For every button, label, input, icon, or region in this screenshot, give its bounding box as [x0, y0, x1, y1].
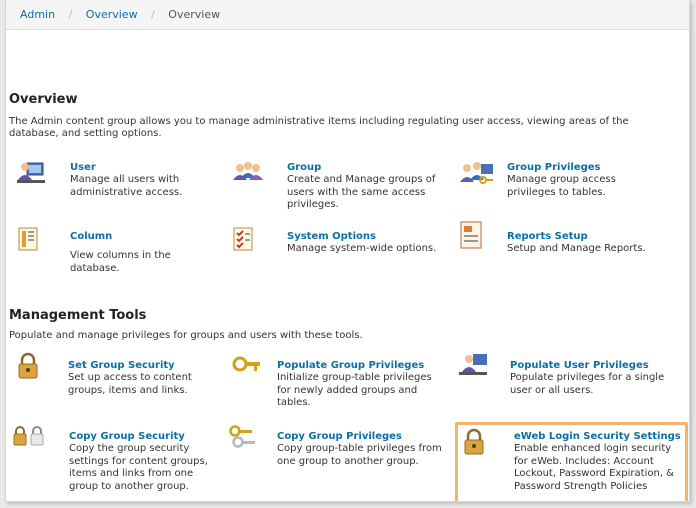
key-icon — [232, 356, 260, 372]
system-options-description: Manage system-wide options. — [287, 243, 437, 254]
user-icon — [17, 162, 45, 183]
copy-group-security-link[interactable]: Copy Group Security — [69, 431, 185, 442]
overview-description: The Admin content group allows you to ma… — [9, 116, 629, 139]
group-privileges-link[interactable]: Group Privileges — [507, 162, 601, 173]
populate-user-privileges-link[interactable]: Populate User Privileges — [510, 360, 649, 371]
breadcrumb-separator: / — [151, 8, 155, 21]
management-heading: Management Tools — [9, 308, 147, 323]
reports-setup-description: Setup and Manage Reports. — [507, 243, 646, 254]
set-group-security-item[interactable]: Set Group Security Set up access to cont… — [17, 352, 217, 400]
copy-keys-icon — [229, 425, 255, 448]
breadcrumb-separator: / — [68, 8, 73, 21]
reports-setup-item[interactable]: Reports Setup Setup and Manage Reports. — [459, 220, 659, 266]
system-options-icon — [233, 227, 253, 251]
set-group-security-link[interactable]: Set Group Security — [68, 360, 175, 371]
user-link[interactable]: User — [70, 162, 96, 173]
breadcrumb-overview[interactable]: Overview — [86, 8, 138, 21]
group-description: Create and Manage groups of users with t… — [287, 174, 436, 210]
reports-setup-link[interactable]: Reports Setup — [507, 231, 588, 242]
column-item[interactable]: Column View columns in the database. — [17, 226, 217, 276]
group-link[interactable]: Group — [287, 162, 321, 173]
group-privileges-item[interactable]: Group Privileges Manage group access pri… — [459, 160, 659, 210]
set-group-security-description: Set up access to content groups, items a… — [68, 372, 192, 396]
group-icon — [233, 162, 263, 180]
populate-user-privileges-description: Populate privileges for a single user or… — [510, 372, 665, 396]
column-link[interactable]: Column — [70, 231, 112, 242]
reports-setup-icon — [460, 221, 482, 249]
copy-padlock-icon — [13, 426, 44, 446]
copy-group-privileges-description: Copy group-table privileges from one gro… — [277, 443, 442, 467]
user-privileges-icon — [459, 354, 487, 375]
user-description: Manage all users with administrative acc… — [70, 174, 183, 198]
breadcrumb-admin[interactable]: Admin — [20, 8, 55, 21]
system-options-link[interactable]: System Options — [287, 231, 376, 242]
overview-heading: Overview — [9, 92, 78, 107]
group-privileges-description: Manage group access privileges to tables… — [507, 174, 616, 198]
group-privileges-icon — [460, 162, 493, 184]
breadcrumb: Admin / Overview / Overview — [6, 0, 689, 30]
user-item[interactable]: User Manage all users with administrativ… — [17, 160, 217, 210]
populate-group-privileges-item[interactable]: Populate Group Privileges Initialize gro… — [232, 352, 447, 408]
group-item[interactable]: Group Create and Manage groups of users … — [232, 160, 442, 218]
copy-group-security-item[interactable]: Copy Group Security Copy the group secur… — [12, 424, 222, 500]
copy-group-security-description: Copy the group security settings for con… — [69, 443, 208, 492]
column-description: View columns in the database. — [70, 250, 171, 274]
system-options-item[interactable]: System Options Manage system-wide option… — [232, 226, 442, 266]
admin-frame: Admin / Overview / Overview Overview The… — [5, 0, 690, 502]
breadcrumb-current: Overview — [168, 8, 221, 21]
copy-group-privileges-item[interactable]: Copy Group Privileges Copy group-table p… — [228, 424, 448, 472]
padlock-icon — [18, 352, 38, 379]
populate-group-privileges-description: Initialize group-table privileges for ne… — [277, 372, 432, 408]
populate-group-privileges-link[interactable]: Populate Group Privileges — [277, 360, 424, 371]
management-description: Populate and manage privileges for group… — [9, 330, 363, 341]
column-icon — [18, 227, 38, 251]
populate-user-privileges-item[interactable]: Populate User Privileges Populate privil… — [459, 352, 684, 400]
highlight-box — [455, 422, 688, 501]
copy-group-privileges-link[interactable]: Copy Group Privileges — [277, 431, 402, 442]
